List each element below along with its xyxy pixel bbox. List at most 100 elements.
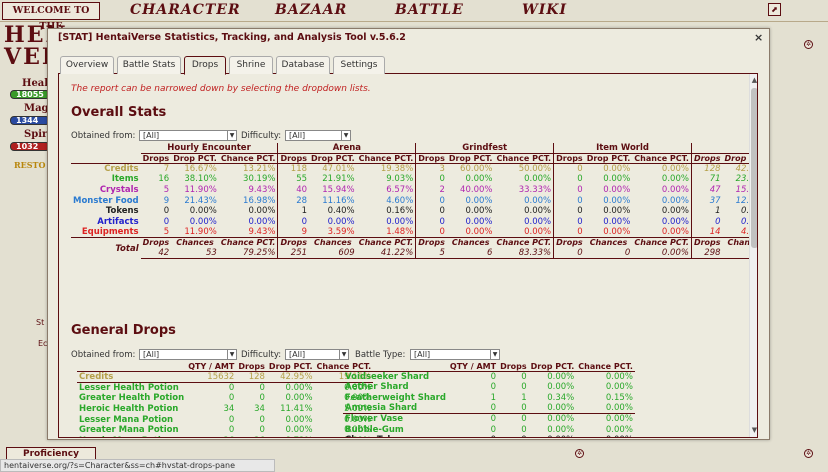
total-sub-header: Chance PCT. — [356, 237, 416, 249]
gd-cell: 0 — [521, 372, 527, 383]
gd-row: Greater Mana Potion 0 0 0.00% 0.00% — [77, 425, 373, 436]
battle-type-select[interactable]: [All] ▼ — [410, 349, 500, 360]
total-sub-header: Chances — [309, 237, 357, 249]
gd-cell: 0.00% — [285, 414, 313, 425]
gd-header: Drop PCT. — [268, 362, 313, 371]
gd-item-label: Chaos Token — [343, 435, 448, 437]
scroll-down-icon[interactable]: ▼ — [750, 426, 757, 434]
general-drops-right-table: QTY / AMT Drops Drop PCT. Chance PCT. Voids… — [343, 362, 635, 437]
gd-item-label: Amnesia Shard — [345, 403, 418, 414]
stats-cell: 0.00% — [386, 216, 414, 227]
pane-scrollbar[interactable]: ▲ ▼ — [749, 74, 757, 437]
stats-cell: 0.00% — [465, 206, 493, 217]
total-cell: 0 — [584, 248, 633, 260]
tab-shrine[interactable]: Shrine — [229, 56, 273, 74]
tab-settings[interactable]: Settings — [333, 56, 385, 74]
total-cell: 6 — [446, 248, 495, 260]
nav-wiki[interactable]: WIKI — [522, 2, 567, 18]
difficulty-value: [All] — [289, 131, 306, 140]
row-label: Credits — [104, 164, 139, 175]
stats-cell: 47 — [690, 184, 723, 196]
gd-obtained-from-select[interactable]: [All] ▼ — [139, 349, 237, 360]
tab-database[interactable]: Database — [276, 56, 330, 74]
nav-battle[interactable]: BATTLE — [395, 2, 464, 18]
stats-cell: 0.00% — [661, 184, 689, 195]
gd-cell: 0.00% — [547, 403, 575, 414]
gd-cell: 0 — [259, 383, 265, 394]
stats-cell: 0 — [553, 227, 585, 238]
bottom-gear-icon[interactable]: ✲ — [575, 449, 584, 458]
scroll-up-icon[interactable]: ▲ — [750, 76, 757, 84]
st-label: St — [36, 318, 45, 327]
chevron-down-icon: ▼ — [227, 131, 236, 140]
sub-header: Drops — [142, 154, 170, 163]
chevron-down-icon: ▼ — [490, 350, 499, 359]
right-gear-icon[interactable]: ✲ — [804, 40, 813, 49]
stats-cell: 4.60% — [386, 195, 414, 206]
stats-cell: 11.16% — [322, 195, 355, 206]
stats-cell: 37 — [690, 195, 723, 206]
stats-cell: 0.00% — [603, 164, 631, 175]
menu-icon[interactable]: ⬈ — [768, 3, 781, 16]
sub-header: Drop PCT. — [173, 154, 217, 163]
stats-cell: 0 — [277, 216, 310, 228]
tab-battle-stats[interactable]: Battle Stats — [117, 56, 181, 74]
sub-header: Drops — [690, 153, 723, 164]
gd-cell: 0 — [228, 383, 235, 394]
gd-cell: 11.41% — [280, 403, 313, 414]
gd-cell: 0 — [490, 382, 497, 393]
gd-cell: 0 — [490, 424, 497, 435]
gd-row: Chaos Token000.00%0.00% — [343, 435, 635, 437]
gd-cell: 0 — [521, 424, 527, 435]
stats-cell: 0.00% — [248, 216, 276, 227]
gd-cell: 0.00% — [285, 425, 313, 436]
stats-cell: 0 — [415, 174, 447, 185]
gd-obtained-from-label: Obtained from: — [71, 350, 136, 360]
gd-corner — [77, 362, 186, 372]
stats-cell: 0.00% — [603, 216, 631, 227]
total-sub-header: Chance PCT. — [494, 237, 554, 249]
gd-cell: 0 — [490, 372, 497, 383]
stats-cell: 5 — [163, 184, 170, 195]
gd-cell: 0.00% — [605, 403, 633, 414]
gd-corner — [343, 362, 448, 372]
gd-cell: 26 — [236, 435, 267, 437]
stats-cell: 0.40% — [327, 206, 355, 217]
gd-difficulty-select[interactable]: [All] ▼ — [285, 349, 349, 360]
gd-cell: 0 — [228, 393, 235, 404]
gd-obtained-from-value: [All] — [143, 350, 160, 359]
stats-cell: 118 — [277, 163, 310, 175]
gd-cell: 0.00% — [285, 383, 313, 394]
stats-cell: 40.00% — [460, 184, 493, 195]
nav-character[interactable]: CHARACTER — [130, 2, 241, 18]
gd-cell: 0.00% — [605, 382, 633, 393]
total-cell: 41.22% — [356, 248, 416, 260]
chevron-down-icon: ▼ — [339, 350, 348, 359]
gd-cell: 0 — [228, 425, 235, 436]
stats-cell: 0.00% — [603, 206, 631, 217]
stats-cell: 21.43% — [184, 195, 217, 206]
stats-cell: 3 — [415, 163, 447, 175]
stats-cell: 0.00% — [465, 174, 493, 185]
total-sub-header: Drops — [415, 237, 447, 249]
total-cell: 42 — [140, 248, 172, 260]
stats-cell: 40 — [277, 184, 310, 196]
gd-header: Drops — [238, 362, 265, 371]
restore-label[interactable]: RESTO — [14, 160, 45, 170]
right-gear-icon-bottom[interactable]: ✲ — [804, 449, 813, 458]
stats-row: Artifacts 0 0.00% 0.00% 0 0.00% 0.00% 0 0.00% 0.0… — [71, 216, 757, 228]
hvstat-dialog: [STAT] HentaiVerse Statistics, Tracking,… — [47, 28, 770, 440]
nav-bazaar[interactable]: BAZAAR — [275, 2, 347, 18]
tab-overview[interactable]: Overview — [60, 56, 114, 74]
general-drops-heading: General Drops — [71, 323, 176, 338]
stats-cell: 13.21% — [243, 164, 276, 175]
obtained-from-select[interactable]: [All] ▼ — [139, 130, 237, 141]
difficulty-select[interactable]: [All] ▼ — [285, 130, 351, 141]
tab-drops[interactable]: Drops — [184, 56, 226, 75]
close-icon[interactable]: × — [754, 29, 763, 46]
scrollbar-thumb[interactable] — [751, 88, 757, 248]
stats-row: Monster Food 9 21.43% 16.98% 28 11.16% 4.60% 0 0… — [71, 195, 757, 206]
gd-row: Featherweight Shard 1 1 0.34% 0.15% — [343, 393, 635, 404]
gd-cell: 0.34% — [547, 392, 575, 403]
gd-cell: 1 — [521, 392, 527, 403]
